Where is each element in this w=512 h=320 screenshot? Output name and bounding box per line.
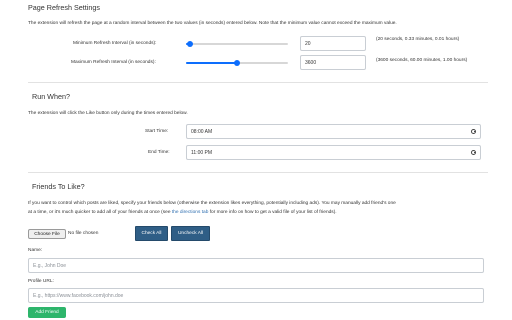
profile-url-placeholder: E.g., https://www.facebook.com/john.doe [33,292,124,299]
friends-description-text: for more info on how to get a valid file… [208,210,337,215]
check-all-button[interactable]: Check All [135,226,168,241]
friends-description-text: at a time, or it's much quicker to add a… [28,210,172,215]
min-interval-slider[interactable] [186,41,288,47]
min-interval-label: Minimum Refresh Interval (in seconds): [73,41,157,46]
add-friend-button[interactable]: Add Friend [28,307,66,318]
friends-description-line1: If you want to control which posts are l… [28,201,396,206]
section-title-run-when: Run When? [32,92,70,101]
directions-tab-link[interactable]: the directions tab [172,210,209,215]
max-interval-value: 3600 [305,59,317,66]
min-interval-value: 20 [305,40,311,47]
profile-url-input[interactable]: E.g., https://www.facebook.com/john.doe [28,288,484,303]
max-interval-slider-thumb[interactable] [234,60,240,66]
name-placeholder: E.g., John Doe [33,262,67,269]
divider [28,82,488,83]
uncheck-all-button[interactable]: Uncheck All [171,226,210,241]
name-label: Name: [28,248,43,253]
max-interval-label: Maximum Refresh Interval (in seconds): [71,60,156,65]
start-time-value: 08:00 AM [191,128,213,135]
choose-file-button[interactable]: Choose File [28,229,66,239]
max-interval-input[interactable]: 3600 [300,55,366,70]
max-interval-slider[interactable] [186,60,288,66]
min-interval-slider-thumb[interactable] [187,41,193,47]
section-title-friends: Friends To Like? [32,182,85,191]
end-time-value: 11:00 PM [191,149,213,156]
run-when-description: The extension will click the Like button… [28,111,188,116]
min-interval-note: (20 seconds, 0.33 minutes, 0.01 hours) [376,37,460,42]
name-input[interactable]: E.g., John Doe [28,258,484,273]
start-time-input[interactable]: 08:00 AM [186,124,481,139]
start-time-label: Start Time: [145,129,169,134]
friends-description-line2: at a time, or it's much quicker to add a… [28,210,337,215]
clock-icon[interactable] [471,150,476,155]
profile-url-label: Profile URL: [28,279,54,284]
section-title-page-refresh: Page Refresh Settings [28,3,100,12]
clock-icon[interactable] [471,129,476,134]
divider [28,172,488,173]
end-time-input[interactable]: 11:00 PM [186,145,481,160]
max-interval-note: (3600 seconds, 60.00 minutes, 1.00 hours… [376,58,468,63]
no-file-chosen-label: No file chosen [68,231,99,236]
page-refresh-description: The extension will refresh the page at a… [28,21,397,26]
min-interval-input[interactable]: 20 [300,36,366,51]
end-time-label: End Time: [148,150,170,155]
